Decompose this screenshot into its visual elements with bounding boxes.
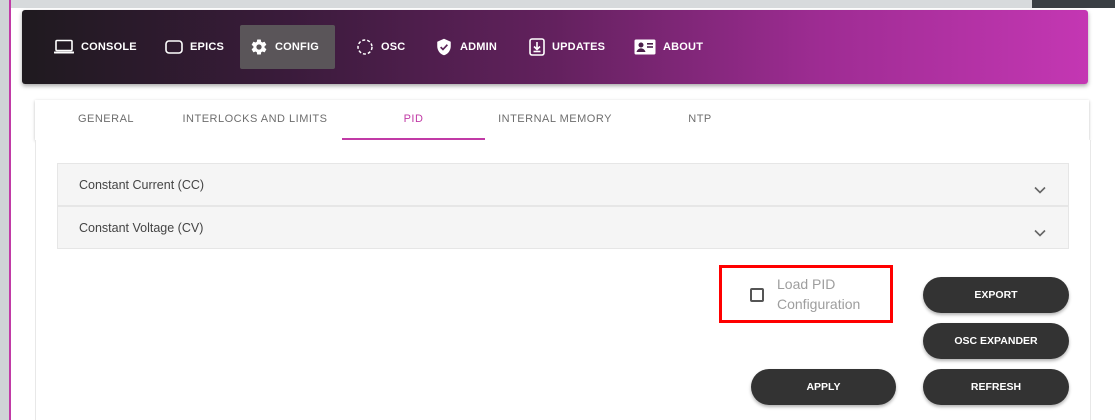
tab-ntp[interactable]: NTP: [660, 100, 740, 140]
chevron-down-icon: [1034, 222, 1046, 241]
nav-updates-label: UPDATES: [552, 41, 606, 53]
panel-constant-current[interactable]: Constant Current (CC): [57, 163, 1069, 206]
tab-pid[interactable]: PID: [342, 100, 485, 140]
tab-interlocks-and-limits[interactable]: INTERLOCKS AND LIMITS: [175, 100, 335, 140]
chevron-down-icon: [1034, 179, 1046, 198]
load-pid-label: Load PID Configuration: [777, 274, 877, 314]
panel-constant-current-title: Constant Current (CC): [79, 178, 205, 192]
window-top-edge: [0, 0, 1115, 8]
load-pid-label-line2: Configuration: [777, 296, 861, 312]
nav-epics[interactable]: EPICS: [155, 25, 234, 69]
nav-config[interactable]: CONFIG: [240, 25, 335, 69]
osc-expander-button[interactable]: OSC EXPANDER: [923, 323, 1069, 359]
tab-interlocks-label: INTERLOCKS AND LIMITS: [182, 113, 328, 125]
rounded-rect-icon: [165, 40, 183, 54]
top-navbar: CONSOLE EPICS CONFIG OSC ADMIN UPDATES A…: [22, 10, 1088, 84]
window-top-right-edge: [1032, 0, 1115, 8]
nav-admin[interactable]: ADMIN: [425, 25, 507, 69]
nav-about-label: ABOUT: [663, 41, 704, 53]
nav-osc[interactable]: OSC: [346, 25, 415, 69]
refresh-button[interactable]: REFRESH: [923, 369, 1069, 405]
monitor-icon: [54, 39, 74, 55]
panel-constant-voltage-title: Constant Voltage (CV): [79, 221, 204, 235]
load-pid-checkbox[interactable]: [750, 288, 764, 302]
tab-general[interactable]: GENERAL: [65, 100, 147, 140]
dotted-circle-icon: [356, 38, 374, 56]
window-accent-edge: [9, 0, 11, 420]
panel-constant-voltage[interactable]: Constant Voltage (CV): [57, 206, 1069, 249]
shield-check-icon: [435, 38, 453, 56]
nav-config-label: CONFIG: [275, 41, 319, 53]
load-pid-label-line1: Load PID: [777, 276, 836, 292]
apply-button[interactable]: APPLY: [751, 369, 896, 405]
export-button[interactable]: EXPORT: [923, 277, 1069, 313]
tab-internal-memory-label: INTERNAL MEMORY: [498, 113, 612, 125]
config-tabbar: GENERAL INTERLOCKS AND LIMITS PID INTERN…: [35, 100, 1089, 140]
gear-icon: [250, 38, 268, 56]
window-left-edge: [0, 0, 9, 420]
nav-osc-label: OSC: [381, 41, 406, 53]
nav-console-label: CONSOLE: [81, 41, 137, 53]
tab-general-label: GENERAL: [77, 113, 135, 125]
nav-about[interactable]: ABOUT: [624, 25, 713, 69]
tab-internal-memory[interactable]: INTERNAL MEMORY: [490, 100, 620, 140]
nav-updates[interactable]: UPDATES: [519, 25, 615, 69]
download-box-icon: [529, 38, 545, 56]
tab-pid-label: PID: [403, 113, 424, 125]
nav-console[interactable]: CONSOLE: [44, 25, 147, 69]
nav-admin-label: ADMIN: [460, 41, 498, 53]
nav-epics-label: EPICS: [190, 41, 225, 53]
tab-ntp-label: NTP: [688, 113, 712, 125]
contact-card-icon: [634, 39, 656, 55]
